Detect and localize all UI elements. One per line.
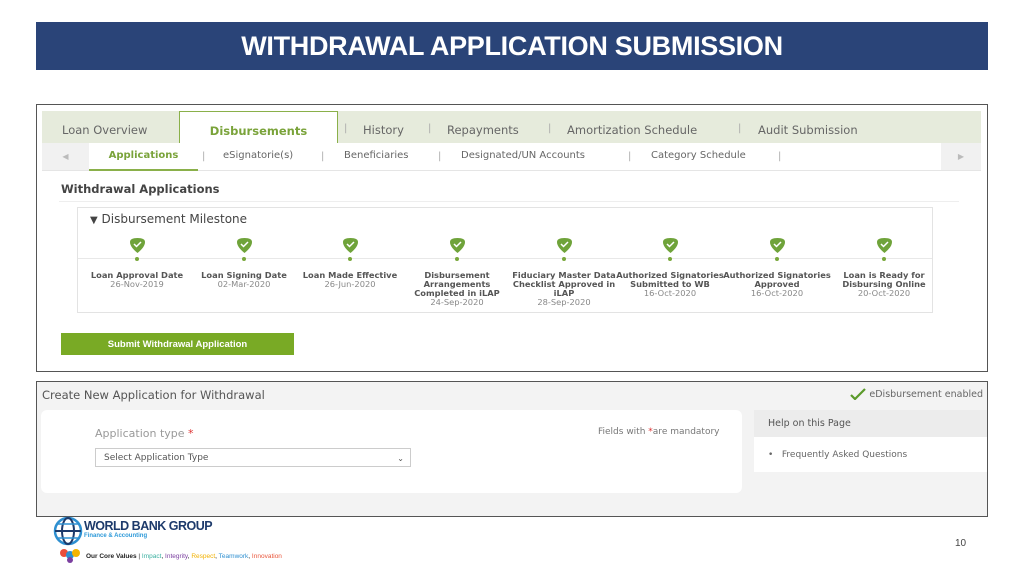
timeline-dot — [562, 257, 566, 261]
divider: | — [428, 123, 432, 134]
create-application-panel: Create New Application for Withdrawal eD… — [36, 381, 988, 517]
scroll-right-icon[interactable]: ▶ — [941, 143, 981, 170]
tab-disbursements[interactable]: Disbursements — [179, 111, 338, 144]
panel-title: Create New Application for Withdrawal — [42, 388, 265, 402]
tab-repayments[interactable]: Repayments — [447, 111, 519, 143]
divider: | — [344, 123, 348, 134]
milestone-date: 26-Nov-2019 — [110, 279, 164, 289]
timeline-dot — [455, 257, 459, 261]
check-badge-icon — [342, 238, 359, 253]
application-form: Application type * Fields with *are mand… — [41, 410, 742, 493]
subtab-applications[interactable]: Applications — [89, 143, 198, 171]
help-title: Help on this Page — [754, 410, 987, 437]
check-badge-icon — [769, 238, 786, 253]
sub-tabs: ◀ Applications | eSignatorie(s) | Benefi… — [42, 143, 981, 171]
mandatory-note: Fields with *are mandatory — [598, 427, 720, 437]
tab-amortization-schedule[interactable]: Amortization Schedule — [567, 111, 697, 143]
faq-link[interactable]: • Frequently Asked Questions — [768, 450, 907, 460]
milestone-item: Disbursement Arrangements Completed in i… — [397, 238, 517, 307]
milestone-item: Loan Made Effective 26-Jun-2020 — [290, 238, 410, 289]
milestone-label: Disbursement Arrangements Completed in i… — [414, 270, 500, 298]
milestone-label: Loan is Ready for Disbursing Online — [842, 270, 926, 289]
milestone-date: 26-Jun-2020 — [324, 279, 376, 289]
chevron-down-icon: ⌄ — [397, 454, 404, 463]
core-values: Our Core Values | Impact, Integrity, Res… — [86, 553, 282, 560]
edisbursement-status: eDisbursement enabled — [850, 388, 983, 400]
divider: | — [202, 151, 206, 162]
milestone-label: Authorized Signatories Approved — [723, 270, 831, 289]
submit-withdrawal-button[interactable]: Submit Withdrawal Application — [61, 333, 294, 355]
check-badge-icon — [876, 238, 893, 253]
milestone-date: 16-Oct-2020 — [643, 288, 697, 298]
divider: | — [321, 151, 325, 162]
timeline-dot — [775, 257, 779, 261]
milestone-date: 16-Oct-2020 — [750, 288, 804, 298]
milestone-item: Loan Approval Date 26-Nov-2019 — [77, 238, 197, 289]
divider: | — [628, 151, 632, 162]
caret-down-icon: ▼ — [90, 215, 98, 226]
milestone-item: Authorized Signatories Approved 16-Oct-20… — [717, 238, 837, 298]
milestone-item: Loan Signing Date 02-Mar-2020 — [184, 238, 304, 289]
divider: | — [738, 123, 742, 134]
check-badge-icon — [236, 238, 253, 253]
core-values-logo — [60, 549, 80, 563]
subtab-beneficiaries[interactable]: Beneficiaries — [344, 143, 408, 169]
tab-history[interactable]: History — [363, 111, 404, 143]
disbursements-panel: Loan Overview Disbursements | History | … — [36, 104, 988, 372]
milestone-box: ▼ Disbursement Milestone Loan Approval D… — [77, 207, 933, 313]
divider: | — [548, 123, 552, 134]
check-badge-icon — [449, 238, 466, 253]
milestone-date: 28-Sep-2020 — [537, 297, 591, 307]
check-badge-icon — [556, 238, 573, 253]
milestone-label: Fiduciary Master Data Checklist Approved… — [512, 270, 616, 298]
slide-title: WITHDRAWAL APPLICATION SUBMISSION — [36, 22, 988, 70]
tab-loan-overview[interactable]: Loan Overview — [62, 111, 147, 143]
divider: | — [778, 151, 782, 162]
check-badge-icon — [129, 238, 146, 253]
org-name: WORLD BANK GROUP — [84, 519, 213, 533]
divider: | — [438, 151, 442, 162]
milestone-item: Loan is Ready for Disbursing Online 20-Oc… — [824, 238, 944, 298]
timeline-dot — [242, 257, 246, 261]
subtab-category-schedule[interactable]: Category Schedule — [651, 143, 746, 169]
org-unit: Finance & Accounting — [84, 533, 148, 539]
help-panel: Help on this Page • Frequently Asked Que… — [754, 410, 987, 472]
divider — [59, 201, 959, 202]
subtab-designated-accounts[interactable]: Designated/UN Accounts — [461, 143, 585, 169]
check-badge-icon — [662, 238, 679, 253]
application-type-select[interactable]: Select Application Type ⌄ — [95, 448, 411, 467]
milestone-label: Authorized Signatories Submitted to WB — [616, 270, 724, 289]
timeline-dot — [882, 257, 886, 261]
milestone-date: 24-Sep-2020 — [430, 297, 484, 307]
world-bank-globe-logo — [53, 516, 83, 546]
milestone-item: Authorized Signatories Submitted to WB 16… — [610, 238, 730, 298]
subtab-esignatories[interactable]: eSignatorie(s) — [223, 143, 293, 169]
edisbursement-label: eDisbursement enabled — [869, 388, 983, 400]
scroll-left-icon[interactable]: ◀ — [42, 143, 89, 170]
page-number: 10 — [955, 538, 967, 549]
milestone-toggle[interactable]: ▼ Disbursement Milestone — [90, 212, 247, 226]
section-title: Withdrawal Applications — [61, 182, 220, 196]
tab-audit-submission[interactable]: Audit Submission — [758, 111, 858, 143]
milestone-date: 02-Mar-2020 — [217, 279, 271, 289]
timeline-dot — [668, 257, 672, 261]
timeline-dot — [135, 257, 139, 261]
timeline-dot — [348, 257, 352, 261]
main-tabs: Loan Overview Disbursements | History | … — [42, 111, 981, 144]
milestone-item: Fiduciary Master Data Checklist Approved… — [504, 238, 624, 307]
check-icon — [850, 388, 867, 400]
milestone-date: 20-Oct-2020 — [857, 288, 911, 298]
application-type-label: Application type * — [95, 427, 194, 440]
milestone-title: Disbursement Milestone — [101, 212, 248, 226]
